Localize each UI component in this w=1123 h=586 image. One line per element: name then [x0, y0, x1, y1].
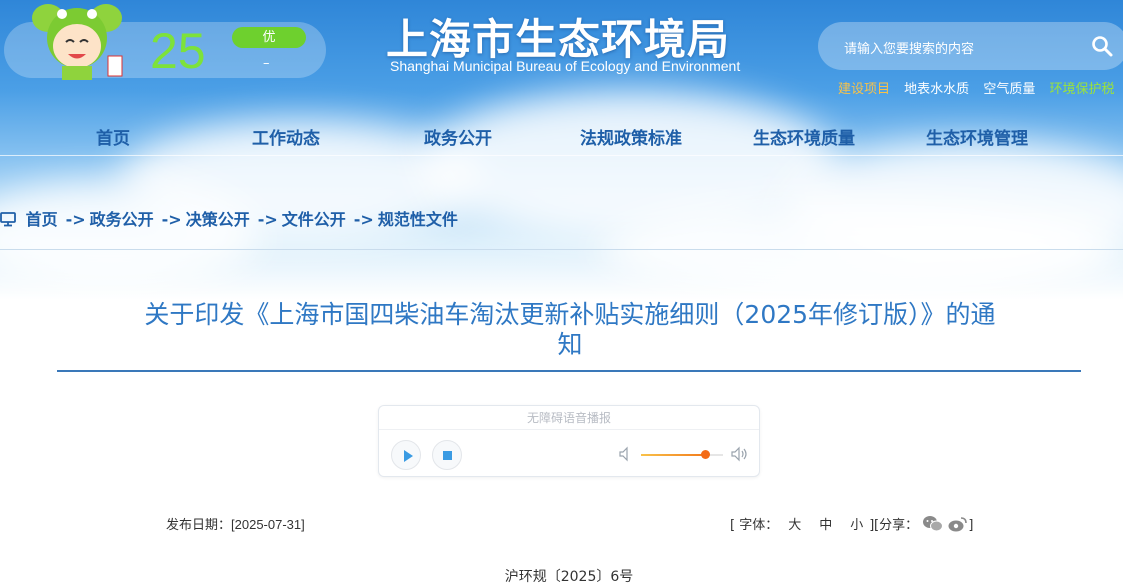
play-icon: [404, 450, 413, 462]
font-size-large[interactable]: 大: [788, 518, 801, 533]
breadcrumb: 首页 -> 政务公开 -> 决策公开 -> 文件公开 -> 规范性文件: [0, 206, 458, 230]
quick-link-construction[interactable]: 建设项目: [838, 82, 890, 97]
volume-up-icon[interactable]: [731, 446, 749, 462]
font-size-label: [ 字体：: [730, 518, 779, 533]
nav-item-env-management[interactable]: 生态环境管理: [926, 124, 1028, 149]
share-close: ]: [968, 518, 974, 533]
quick-link-env-tax[interactable]: 环境保护税: [1049, 82, 1114, 97]
breadcrumb-divider: [0, 249, 1123, 250]
breadcrumb-separator: ->: [353, 210, 374, 229]
breadcrumb-separator: ->: [65, 210, 86, 229]
monitor-icon: [0, 212, 16, 227]
stop-button[interactable]: [432, 440, 462, 470]
breadcrumb-decision-disclosure[interactable]: 决策公开: [186, 210, 250, 229]
quick-link-air-quality[interactable]: 空气质量: [983, 82, 1035, 97]
play-button[interactable]: [391, 440, 421, 470]
volume-fill: [641, 454, 705, 456]
mascot-icon: [32, 4, 123, 80]
aqi-subtext: –: [263, 56, 270, 71]
search-icon[interactable]: [1090, 34, 1114, 58]
quick-links: 建设项目 地表水水质 空气质量 环境保护税: [838, 78, 1123, 97]
search-input[interactable]: 请输入您要搜索的内容: [844, 38, 974, 57]
aqi-value: 25: [150, 23, 206, 79]
site-logo-subtitle: Shanghai Municipal Bureau of Ecology and…: [390, 58, 741, 74]
wechat-icon[interactable]: [922, 515, 944, 533]
breadcrumb-separator: ->: [257, 210, 278, 229]
stop-icon: [443, 451, 452, 460]
audio-player: 无障碍语音播报: [378, 405, 760, 477]
main-nav: 首页 工作动态 政务公开 法规政策标准 生态环境质量 生态环境管理: [0, 116, 1123, 156]
volume-slider-handle[interactable]: [701, 450, 710, 459]
share-bar: [分享： ]: [874, 514, 973, 533]
aqi-level-badge: 优: [232, 27, 306, 48]
nav-item-work-news[interactable]: 工作动态: [252, 124, 320, 149]
breadcrumb-home[interactable]: 首页: [26, 210, 58, 229]
font-size-medium[interactable]: 中: [819, 518, 832, 533]
article-title: 关于印发《上海市国四柴油车淘汰更新补贴实施细则（2025年修订版）》的通 知: [110, 300, 1030, 360]
publish-date-label: 发布日期：: [166, 518, 232, 533]
breadcrumb-gov-affairs[interactable]: 政务公开: [90, 210, 154, 229]
nav-item-env-quality[interactable]: 生态环境质量: [753, 124, 855, 149]
publish-date-value: [2025-07-31]: [231, 517, 305, 532]
font-size-control: [ 字体：大中小]: [730, 514, 874, 533]
nav-item-home[interactable]: 首页: [96, 124, 130, 149]
weibo-icon[interactable]: [948, 515, 968, 533]
publish-date: 发布日期：[2025-07-31]: [166, 514, 305, 533]
font-size-small[interactable]: 小: [850, 518, 863, 533]
nav-item-regulations[interactable]: 法规政策标准: [580, 124, 682, 149]
article-title-line-2: 知: [557, 330, 583, 359]
breadcrumb-normative-documents[interactable]: 规范性文件: [378, 210, 458, 229]
quick-link-water-quality[interactable]: 地表水水质: [904, 82, 969, 97]
share-label: [分享：: [874, 518, 919, 533]
nav-item-gov-affairs[interactable]: 政务公开: [424, 124, 492, 149]
volume-down-icon[interactable]: [619, 446, 633, 462]
breadcrumb-document-disclosure[interactable]: 文件公开: [282, 210, 346, 229]
search-box[interactable]: 请输入您要搜索的内容: [818, 22, 1123, 70]
article-title-line-1: 关于印发《上海市国四柴油车淘汰更新补贴实施细则（2025年修订版）》的通: [144, 300, 996, 329]
breadcrumb-separator: ->: [161, 210, 182, 229]
title-divider: [57, 370, 1081, 372]
document-number: 沪环规〔2025〕6号: [504, 569, 634, 585]
player-title: 无障碍语音播报: [379, 406, 759, 430]
